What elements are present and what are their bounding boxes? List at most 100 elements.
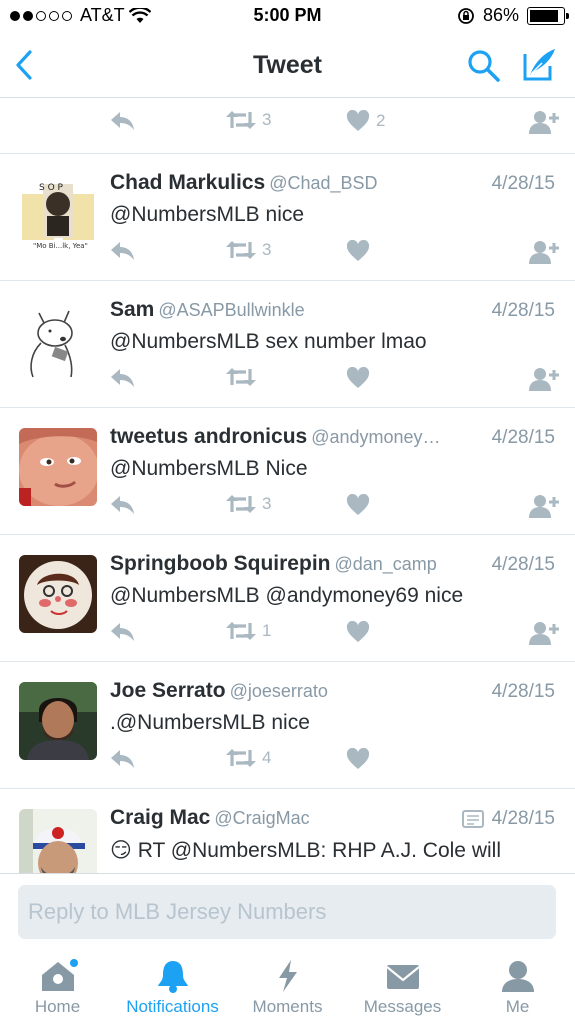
retweet-icon: [226, 749, 256, 767]
battery-percent: 86%: [482, 5, 519, 25]
retweet-button[interactable]: 4: [226, 748, 271, 768]
add-user-icon: [529, 495, 559, 518]
tweet-item[interactable]: Sam @ASAPBullwinkle 4/28/15 @NumbersMLB s…: [0, 280, 575, 407]
tab-moments[interactable]: Moments: [230, 959, 345, 1017]
tab-bar: Home Notifications Moments Messages Me: [0, 951, 575, 1024]
retweet-button[interactable]: 3: [226, 494, 271, 514]
retweet-icon: [226, 111, 256, 129]
follow-button[interactable]: [529, 494, 559, 518]
tab-label: Moments: [252, 997, 323, 1016]
avatar[interactable]: [19, 682, 97, 760]
display-name[interactable]: Springboob Squirepin: [110, 552, 330, 575]
tweet-actions: 3: [110, 240, 559, 270]
username[interactable]: @andymoney…: [311, 427, 440, 447]
heart-icon: [346, 110, 370, 131]
reply-icon: [111, 369, 134, 387]
follow-button[interactable]: [529, 110, 559, 134]
reply-button[interactable]: [110, 110, 136, 132]
tweet-date: 4/28/15: [485, 681, 555, 703]
heart-icon: [346, 621, 370, 642]
username[interactable]: @joeserrato: [230, 681, 328, 701]
person-icon: [501, 961, 534, 992]
like-button[interactable]: 2: [346, 110, 385, 132]
retweet-count: 3: [262, 494, 272, 513]
like-button[interactable]: [346, 240, 376, 262]
like-button[interactable]: [346, 494, 376, 516]
tweet-text: @NumbersMLB Nice: [110, 457, 308, 480]
tab-me[interactable]: Me: [460, 959, 575, 1017]
follow-button[interactable]: [529, 367, 559, 391]
search-icon[interactable]: [466, 48, 502, 84]
display-name[interactable]: Chad Markulics: [110, 171, 265, 194]
tweet-actions: 1: [110, 621, 559, 651]
username[interactable]: @Chad_BSD: [269, 173, 377, 193]
tweet-text: .@NumbersMLB nice: [110, 711, 310, 734]
date-label: 4/28/15: [491, 681, 555, 702]
retweet-button[interactable]: 3: [226, 240, 271, 260]
username[interactable]: @CraigMac: [214, 808, 309, 828]
tweet-date: 4/28/15: [485, 300, 555, 322]
tweet-header: Chad Markulics @Chad_BSD 4/28/15: [110, 171, 555, 199]
svg-text:"Mo Bi...lk, Yea": "Mo Bi...lk, Yea": [33, 242, 88, 250]
date-label: 4/28/15: [491, 300, 555, 321]
retweet-button[interactable]: 1: [226, 621, 271, 641]
retweet-count: 4: [262, 748, 272, 767]
tab-label: Messages: [363, 997, 442, 1016]
lightning-icon: [278, 960, 297, 992]
follow-button[interactable]: [529, 240, 559, 264]
tweet-text: @NumbersMLB sex number lmao: [110, 330, 427, 353]
add-user-icon: [529, 622, 559, 645]
tab-messages[interactable]: Messages: [345, 959, 460, 1017]
username[interactable]: @ASAPBullwinkle: [158, 300, 304, 320]
username[interactable]: @dan_camp: [334, 554, 436, 574]
avatar[interactable]: [19, 555, 97, 633]
reply-button[interactable]: [110, 621, 136, 643]
date-label: 4/28/15: [491, 554, 555, 575]
reply-button[interactable]: [110, 240, 136, 262]
display-name[interactable]: tweetus andronicus: [110, 425, 307, 448]
reply-button[interactable]: [110, 494, 136, 516]
tweet-date: 4/28/15: [485, 427, 555, 449]
reply-icon: [111, 112, 134, 130]
retweet-icon: [226, 495, 256, 513]
tweet-actions: 3 2: [110, 110, 559, 140]
tab-notifications[interactable]: Notifications: [115, 959, 230, 1017]
nav-bar: Tweet: [0, 32, 575, 98]
tweet-header: Joe Serrato @joeserrato 4/28/15: [110, 679, 555, 707]
svg-text:S O P: S O P: [39, 183, 64, 193]
display-name[interactable]: Craig Mac: [110, 806, 210, 829]
retweet-button[interactable]: 3: [226, 110, 271, 130]
tweet-item[interactable]: Joe Serrato @joeserrato 4/28/15 .@Numbers…: [0, 661, 575, 788]
reply-button[interactable]: [110, 367, 136, 389]
tweet-text: @NumbersMLB @andymoney69 nice: [110, 584, 464, 607]
avatar[interactable]: [19, 809, 97, 873]
retweet-button[interactable]: [226, 367, 262, 387]
follow-button[interactable]: [529, 621, 559, 645]
add-user-icon: [529, 111, 559, 134]
tweet-item[interactable]: Craig Mac @CraigMac 4/28/15 😏 RT @Numbers…: [0, 788, 575, 873]
heart-icon: [346, 748, 370, 769]
tweet-header: Springboob Squirepin @dan_camp 4/28/15: [110, 552, 555, 580]
like-button[interactable]: [346, 621, 376, 643]
status-bar: AT&T 5:00 PM 86%: [0, 0, 575, 32]
avatar[interactable]: [19, 301, 97, 379]
reply-icon: [111, 623, 134, 641]
tweet-item[interactable]: S O P "Mo Bi...lk, Yea" Chad Markulics @Ch…: [0, 153, 575, 280]
tweet-header: Craig Mac @CraigMac 4/28/15: [110, 806, 555, 834]
avatar[interactable]: S O P "Mo Bi...lk, Yea": [19, 174, 97, 252]
reply-input[interactable]: [18, 885, 556, 939]
reply-button[interactable]: [110, 748, 136, 770]
tweet-item[interactable]: tweetus andronicus @andymoney… 4/28/15 @N…: [0, 407, 575, 534]
tweet-actions: 4: [110, 748, 559, 778]
display-name[interactable]: Joe Serrato: [110, 679, 226, 702]
avatar[interactable]: [19, 428, 97, 506]
tab-home[interactable]: Home: [0, 959, 115, 1017]
heart-icon: [346, 240, 370, 261]
display-name[interactable]: Sam: [110, 298, 154, 321]
compose-tweet-icon[interactable]: [522, 46, 558, 82]
tweet-date: 4/28/15: [485, 554, 555, 576]
tweet-item[interactable]: Springboob Squirepin @dan_camp 4/28/15 @N…: [0, 534, 575, 661]
like-button[interactable]: [346, 367, 376, 389]
like-button[interactable]: [346, 748, 376, 770]
tab-label: Me: [505, 997, 530, 1016]
